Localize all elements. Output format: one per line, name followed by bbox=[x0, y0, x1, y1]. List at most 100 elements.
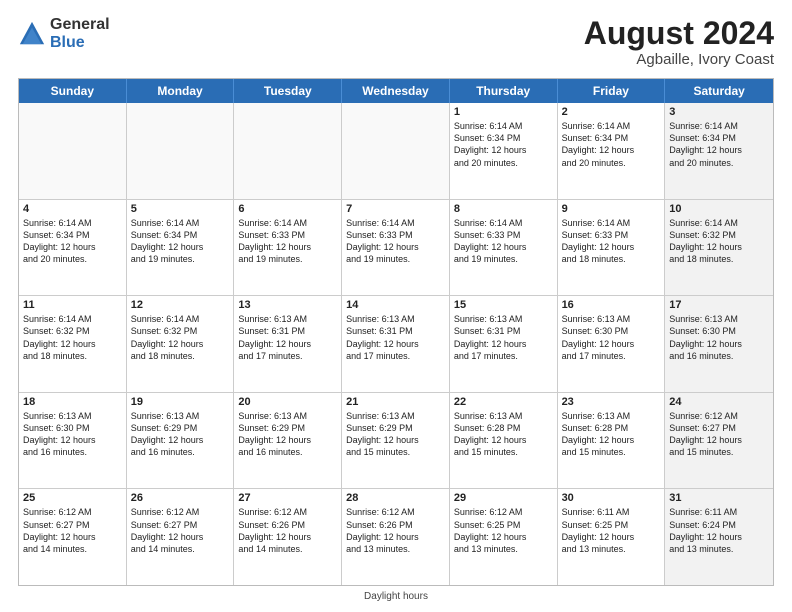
calendar-cell: 28 Sunrise: 6:12 AMSunset: 6:26 PMDayligh… bbox=[342, 489, 450, 585]
logo-general: General bbox=[50, 16, 110, 34]
day-number: 10 bbox=[669, 203, 769, 215]
cell-info: Sunrise: 6:14 AMSunset: 6:33 PMDaylight:… bbox=[346, 217, 445, 266]
cell-info: Sunrise: 6:14 AMSunset: 6:33 PMDaylight:… bbox=[238, 217, 337, 266]
day-number: 23 bbox=[562, 396, 661, 408]
cell-info: Sunrise: 6:14 AMSunset: 6:33 PMDaylight:… bbox=[562, 217, 661, 266]
day-number: 31 bbox=[669, 492, 769, 504]
calendar-cell bbox=[19, 103, 127, 199]
calendar-cell: 14 Sunrise: 6:13 AMSunset: 6:31 PMDayligh… bbox=[342, 296, 450, 392]
cell-info: Sunrise: 6:13 AMSunset: 6:29 PMDaylight:… bbox=[346, 410, 445, 459]
day-number: 24 bbox=[669, 396, 769, 408]
cell-info: Sunrise: 6:12 AMSunset: 6:26 PMDaylight:… bbox=[238, 506, 337, 555]
calendar-cell: 23 Sunrise: 6:13 AMSunset: 6:28 PMDayligh… bbox=[558, 393, 666, 489]
day-number: 11 bbox=[23, 299, 122, 311]
cell-info: Sunrise: 6:14 AMSunset: 6:33 PMDaylight:… bbox=[454, 217, 553, 266]
calendar-cell: 16Sunrise: 6:13 AMSunset: 6:30 PMDayligh… bbox=[558, 296, 666, 392]
cell-info: Sunrise: 6:14 AMSunset: 6:32 PMDaylight:… bbox=[23, 313, 122, 362]
calendar-row-0: 1 Sunrise: 6:14 AMSunset: 6:34 PMDaylight… bbox=[19, 103, 773, 199]
calendar-cell: 6 Sunrise: 6:14 AMSunset: 6:33 PMDaylight… bbox=[234, 200, 342, 296]
logo-text: General Blue bbox=[50, 16, 110, 51]
day-number: 9 bbox=[562, 203, 661, 215]
header-day-tuesday: Tuesday bbox=[234, 79, 342, 103]
day-number: 5 bbox=[131, 203, 230, 215]
calendar-cell bbox=[342, 103, 450, 199]
calendar-cell bbox=[234, 103, 342, 199]
calendar-cell: 4Sunrise: 6:14 AMSunset: 6:34 PMDaylight… bbox=[19, 200, 127, 296]
calendar-header: SundayMondayTuesdayWednesdayThursdayFrid… bbox=[19, 79, 773, 103]
header-day-wednesday: Wednesday bbox=[342, 79, 450, 103]
day-number: 2 bbox=[562, 106, 661, 118]
cell-info: Sunrise: 6:11 AMSunset: 6:24 PMDaylight:… bbox=[669, 506, 769, 555]
page: General Blue August 2024 Agbaille, Ivory… bbox=[0, 0, 792, 612]
day-number: 1 bbox=[454, 106, 553, 118]
calendar-cell: 2Sunrise: 6:14 AMSunset: 6:34 PMDaylight… bbox=[558, 103, 666, 199]
cell-info: Sunrise: 6:12 AMSunset: 6:27 PMDaylight:… bbox=[23, 506, 122, 555]
day-number: 8 bbox=[454, 203, 553, 215]
cell-info: Sunrise: 6:12 AMSunset: 6:26 PMDaylight:… bbox=[346, 506, 445, 555]
calendar-cell: 5 Sunrise: 6:14 AMSunset: 6:34 PMDaylight… bbox=[127, 200, 235, 296]
calendar-cell: 15Sunrise: 6:13 AMSunset: 6:31 PMDayligh… bbox=[450, 296, 558, 392]
cell-info: Sunrise: 6:13 AMSunset: 6:31 PMDaylight:… bbox=[346, 313, 445, 362]
calendar-cell: 18Sunrise: 6:13 AMSunset: 6:30 PMDayligh… bbox=[19, 393, 127, 489]
cell-info: Sunrise: 6:14 AMSunset: 6:34 PMDaylight:… bbox=[454, 120, 553, 169]
title-block: August 2024 Agbaille, Ivory Coast bbox=[584, 16, 774, 68]
calendar-cell: 9 Sunrise: 6:14 AMSunset: 6:33 PMDaylight… bbox=[558, 200, 666, 296]
header-day-sunday: Sunday bbox=[19, 79, 127, 103]
day-number: 25 bbox=[23, 492, 122, 504]
calendar-cell: 27 Sunrise: 6:12 AMSunset: 6:26 PMDayligh… bbox=[234, 489, 342, 585]
calendar-cell: 3 Sunrise: 6:14 AMSunset: 6:34 PMDaylight… bbox=[665, 103, 773, 199]
calendar-cell: 20Sunrise: 6:13 AMSunset: 6:29 PMDayligh… bbox=[234, 393, 342, 489]
footer-text: Daylight hours bbox=[364, 591, 428, 602]
day-number: 28 bbox=[346, 492, 445, 504]
calendar-cell: 31 Sunrise: 6:11 AMSunset: 6:24 PMDayligh… bbox=[665, 489, 773, 585]
header: General Blue August 2024 Agbaille, Ivory… bbox=[18, 16, 774, 68]
calendar-cell: 17Sunrise: 6:13 AMSunset: 6:30 PMDayligh… bbox=[665, 296, 773, 392]
cell-info: Sunrise: 6:12 AMSunset: 6:27 PMDaylight:… bbox=[669, 410, 769, 459]
day-number: 30 bbox=[562, 492, 661, 504]
day-number: 13 bbox=[238, 299, 337, 311]
calendar-cell: 12 Sunrise: 6:14 AMSunset: 6:32 PMDayligh… bbox=[127, 296, 235, 392]
cell-info: Sunrise: 6:13 AMSunset: 6:28 PMDaylight:… bbox=[454, 410, 553, 459]
calendar-cell: 24 Sunrise: 6:12 AMSunset: 6:27 PMDayligh… bbox=[665, 393, 773, 489]
calendar: SundayMondayTuesdayWednesdayThursdayFrid… bbox=[18, 78, 774, 586]
day-number: 29 bbox=[454, 492, 553, 504]
calendar-cell bbox=[127, 103, 235, 199]
cell-info: Sunrise: 6:13 AMSunset: 6:30 PMDaylight:… bbox=[669, 313, 769, 362]
day-number: 7 bbox=[346, 203, 445, 215]
calendar-cell: 13 Sunrise: 6:13 AMSunset: 6:31 PMDayligh… bbox=[234, 296, 342, 392]
title-month: August 2024 bbox=[584, 16, 774, 51]
cell-info: Sunrise: 6:14 AMSunset: 6:32 PMDaylight:… bbox=[669, 217, 769, 266]
calendar-cell: 1 Sunrise: 6:14 AMSunset: 6:34 PMDaylight… bbox=[450, 103, 558, 199]
day-number: 4 bbox=[23, 203, 122, 215]
day-number: 22 bbox=[454, 396, 553, 408]
cell-info: Sunrise: 6:14 AMSunset: 6:32 PMDaylight:… bbox=[131, 313, 230, 362]
header-day-thursday: Thursday bbox=[450, 79, 558, 103]
cell-info: Sunrise: 6:13 AMSunset: 6:31 PMDaylight:… bbox=[238, 313, 337, 362]
cell-info: Sunrise: 6:13 AMSunset: 6:29 PMDaylight:… bbox=[131, 410, 230, 459]
logo: General Blue bbox=[18, 16, 110, 51]
day-number: 21 bbox=[346, 396, 445, 408]
day-number: 14 bbox=[346, 299, 445, 311]
calendar-cell: 7 Sunrise: 6:14 AMSunset: 6:33 PMDaylight… bbox=[342, 200, 450, 296]
cell-info: Sunrise: 6:13 AMSunset: 6:28 PMDaylight:… bbox=[562, 410, 661, 459]
cell-info: Sunrise: 6:13 AMSunset: 6:30 PMDaylight:… bbox=[23, 410, 122, 459]
calendar-cell: 19Sunrise: 6:13 AMSunset: 6:29 PMDayligh… bbox=[127, 393, 235, 489]
logo-icon bbox=[18, 20, 46, 48]
cell-info: Sunrise: 6:14 AMSunset: 6:34 PMDaylight:… bbox=[131, 217, 230, 266]
calendar-row-1: 4 Sunrise: 6:14 AMSunset: 6:34 PMDaylight… bbox=[19, 199, 773, 296]
calendar-cell: 22 Sunrise: 6:13 AMSunset: 6:28 PMDayligh… bbox=[450, 393, 558, 489]
day-number: 3 bbox=[669, 106, 769, 118]
day-number: 12 bbox=[131, 299, 230, 311]
cell-info: Sunrise: 6:13 AMSunset: 6:29 PMDaylight:… bbox=[238, 410, 337, 459]
cell-info: Sunrise: 6:14 AMSunset: 6:34 PMDaylight:… bbox=[669, 120, 769, 169]
cell-info: Sunrise: 6:12 AMSunset: 6:27 PMDaylight:… bbox=[131, 506, 230, 555]
cell-info: Sunrise: 6:13 AMSunset: 6:31 PMDaylight:… bbox=[454, 313, 553, 362]
calendar-row-4: 25 Sunrise: 6:12 AMSunset: 6:27 PMDayligh… bbox=[19, 488, 773, 585]
cell-info: Sunrise: 6:13 AMSunset: 6:30 PMDaylight:… bbox=[562, 313, 661, 362]
calendar-row-2: 11 Sunrise: 6:14 AMSunset: 6:32 PMDayligh… bbox=[19, 295, 773, 392]
day-number: 27 bbox=[238, 492, 337, 504]
calendar-cell: 8 Sunrise: 6:14 AMSunset: 6:33 PMDaylight… bbox=[450, 200, 558, 296]
header-day-monday: Monday bbox=[127, 79, 235, 103]
calendar-cell: 10 Sunrise: 6:14 AMSunset: 6:32 PMDayligh… bbox=[665, 200, 773, 296]
day-number: 6 bbox=[238, 203, 337, 215]
